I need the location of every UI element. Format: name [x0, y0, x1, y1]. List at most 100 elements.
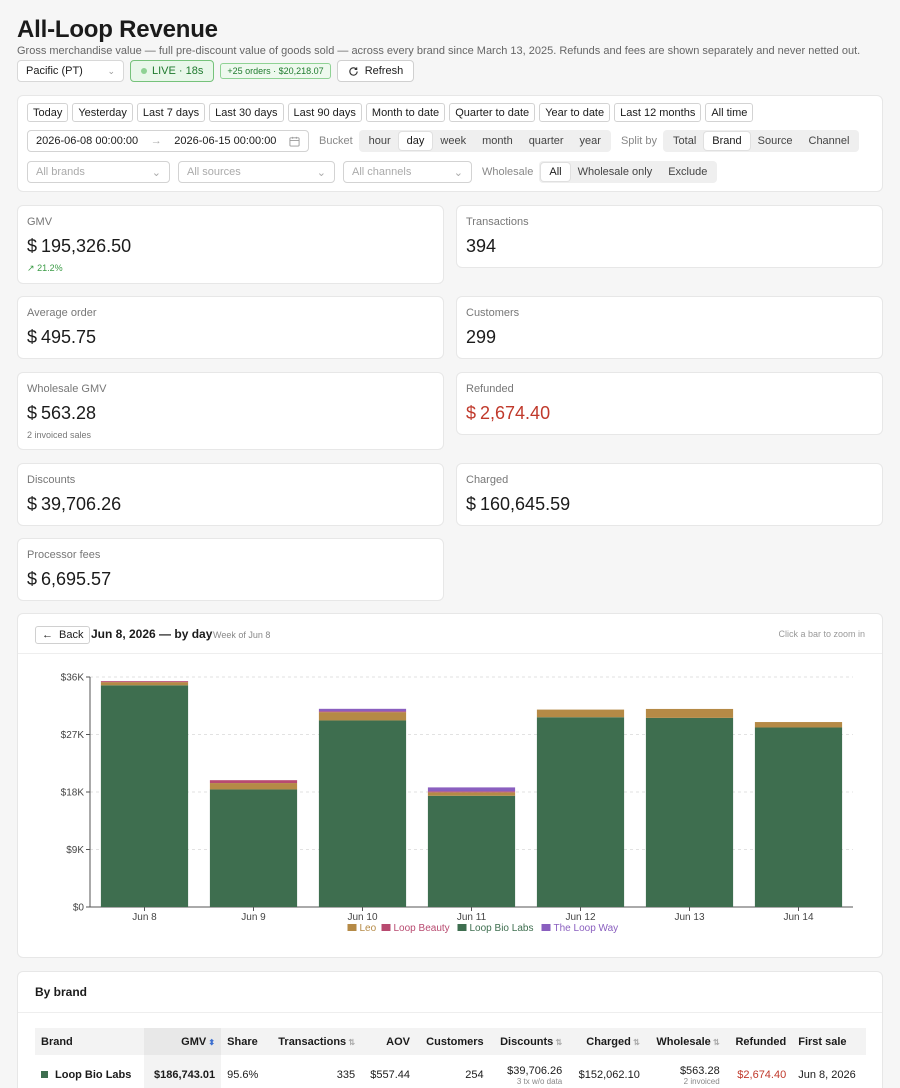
refresh-button[interactable]: Refresh	[336, 60, 415, 82]
y-tick-label: $9K	[66, 845, 84, 856]
refresh-icon	[349, 66, 358, 76]
wholesale-gmv-card: Wholesale GMV $563.28 2 invoiced sales	[17, 372, 444, 450]
bar-leo-jun-11[interactable]	[427, 792, 516, 796]
column-label: Charged	[586, 1035, 631, 1048]
gmv-amount: 195,326.50	[41, 236, 132, 256]
split-source[interactable]: Source	[750, 132, 801, 150]
x-tick-label: Jun 14	[783, 912, 813, 923]
live-dot-icon	[141, 68, 147, 74]
bar-the-loop-way-jun-10[interactable]	[318, 708, 407, 712]
bar-loop-bio-labs-jun-9[interactable]	[209, 789, 298, 907]
column-header-gmv[interactable]: GMV ⬍	[143, 1028, 222, 1055]
wholesale-value: $563.28	[679, 1064, 720, 1077]
wholesale-wholesale-only[interactable]: Wholesale only	[570, 163, 661, 181]
range-month-to-date[interactable]: Month to date	[365, 103, 446, 122]
transactions-cell: 335	[267, 1055, 361, 1088]
discounts-label: Discounts	[27, 474, 76, 486]
legend-swatch-loop-bio-labs	[457, 924, 467, 931]
chart-hint: Click a bar to zoom in	[778, 629, 865, 639]
stacked-bar-chart: $36K $27K $18K $9K $0 Jun 8 Jun 9 Jun 10 Jun 11 J…	[61, 673, 853, 934]
range-last-7-days[interactable]: Last 7 days	[136, 103, 206, 122]
split-total[interactable]: Total	[665, 132, 704, 150]
share-cell: 95.6%	[221, 1055, 267, 1088]
bucket-segmented-control: hour day week month quarter year	[358, 130, 611, 152]
revenue-dashboard: { "header": { "title": "All-Loop Revenue…	[0, 0, 900, 1088]
range-today[interactable]: Today	[27, 103, 69, 122]
bucket-day[interactable]: day	[398, 132, 433, 150]
table-row[interactable]: Loop Bio Labs $186,743.01 95.6% 335 $557.44 2…	[35, 1055, 866, 1088]
bar-leo-jun-10[interactable]	[318, 712, 407, 721]
split-channel[interactable]: Channel	[801, 132, 858, 150]
wholesale-gmv-label: Wholesale GMV	[27, 383, 107, 395]
bar-loop-bio-labs-jun-13[interactable]	[645, 717, 734, 907]
bar-leo-jun-13[interactable]	[645, 708, 734, 718]
bar-leo-jun-9[interactable]	[209, 783, 298, 790]
column-header-discounts[interactable]: Discounts ⇅	[489, 1028, 569, 1055]
charged-value: $152,062.10	[578, 1069, 640, 1081]
wholesale-all[interactable]: All	[541, 163, 570, 181]
range-all-time[interactable]: All time	[705, 103, 754, 122]
bar-loop-beauty-jun-9[interactable]	[209, 780, 298, 784]
refunded-card: Refunded $2,674.40	[456, 372, 883, 435]
page-subtitle: Gross merchandise value — full pre-disco…	[17, 45, 861, 57]
column-label: Transactions	[278, 1035, 347, 1048]
by-brand-card: By brand Brand GMV ⬍ Share Transactions ⇅ AO…	[17, 971, 883, 1088]
range-quarter-to-date[interactable]: Quarter to date	[449, 103, 536, 122]
revenue-chart-card: ← Back Jun 8, 2026 — by day Week of Jun …	[17, 613, 883, 958]
bucket-year[interactable]: year	[572, 132, 609, 150]
bar-loop-bio-labs-jun-14[interactable]	[754, 727, 843, 907]
bar-loop-bio-labs-jun-8[interactable]	[100, 685, 189, 907]
split-brand[interactable]: Brand	[704, 132, 750, 150]
range-last-90-days[interactable]: Last 90 days	[287, 103, 362, 122]
range-last-30-days[interactable]: Last 30 days	[209, 103, 284, 122]
bar-loop-beauty-jun-11[interactable]	[427, 791, 516, 793]
range-year-to-date[interactable]: Year to date	[539, 103, 611, 122]
bar-loop-beauty-jun-8[interactable]	[100, 681, 189, 683]
live-indicator[interactable]: LIVE · 18s	[130, 60, 215, 82]
bar-loop-beauty-jun-10[interactable]	[318, 711, 407, 713]
bar-leo-jun-14[interactable]	[754, 722, 843, 728]
wholesale-gmv-value: $563.28	[27, 403, 96, 424]
bucket-label: Bucket	[319, 135, 353, 147]
legend-label-leo: Leo	[360, 923, 377, 934]
bar-loop-bio-labs-jun-10[interactable]	[318, 720, 407, 907]
column-header-wholesale[interactable]: Wholesale ⇅	[645, 1028, 726, 1055]
refunded-cell: $2,674.40	[726, 1055, 793, 1088]
bar-loop-bio-labs-jun-11[interactable]	[427, 795, 516, 907]
transactions-value: 394	[466, 236, 497, 256]
x-tick-label: Jun 11	[457, 912, 487, 923]
y-tick-label: $0	[73, 903, 85, 914]
range-yesterday[interactable]: Yesterday	[72, 103, 133, 122]
back-button[interactable]: ← Back	[35, 626, 91, 644]
bucket-hour[interactable]: hour	[361, 132, 399, 150]
bucket-month[interactable]: month	[474, 132, 521, 150]
sources-dropdown[interactable]: All sources ⌄	[178, 161, 335, 183]
date-range-input[interactable]: 2026-06-08 00:00:00 → 2026-06-15 00:00:0…	[27, 130, 309, 152]
sort-icon: ⇅	[553, 1037, 563, 1047]
column-header-transactions[interactable]: Transactions ⇅	[266, 1028, 362, 1055]
brand-swatch	[41, 1071, 48, 1078]
bar-leo-jun-12[interactable]	[536, 709, 625, 718]
channels-dropdown[interactable]: All channels ⌄	[343, 161, 472, 183]
refunded-value: $2,674.40	[737, 1069, 787, 1081]
timezone-select[interactable]: Pacific (PT) ⌄	[17, 60, 124, 82]
charged-label: Charged	[466, 474, 509, 486]
transactions-label: Transactions	[466, 216, 529, 228]
aov-value: $495.75	[27, 327, 96, 348]
column-label: Discounts	[500, 1035, 554, 1048]
column-header-charged[interactable]: Charged ⇅	[568, 1028, 646, 1055]
wholesale-note: 2 invoiced sales	[27, 430, 92, 440]
legend-label-loop-beauty: Loop Beauty	[394, 923, 450, 934]
discounts-note: 3 tx w/o data	[516, 1076, 563, 1086]
aov-card: Average order $495.75	[17, 296, 444, 359]
bucket-week[interactable]: week	[432, 132, 474, 150]
brands-dropdown[interactable]: All brands ⌄	[27, 161, 170, 183]
customers-value: 254	[465, 1069, 484, 1081]
wholesale-exclude[interactable]: Exclude	[660, 163, 715, 181]
range-last-12-months[interactable]: Last 12 months	[614, 103, 702, 122]
bar-loop-bio-labs-jun-12[interactable]	[536, 717, 625, 907]
bar-the-loop-way-jun-11[interactable]	[427, 787, 516, 792]
bar-leo-jun-8[interactable]	[100, 682, 189, 686]
bucket-quarter[interactable]: quarter	[521, 132, 572, 150]
legend-swatch-leo	[347, 924, 357, 931]
